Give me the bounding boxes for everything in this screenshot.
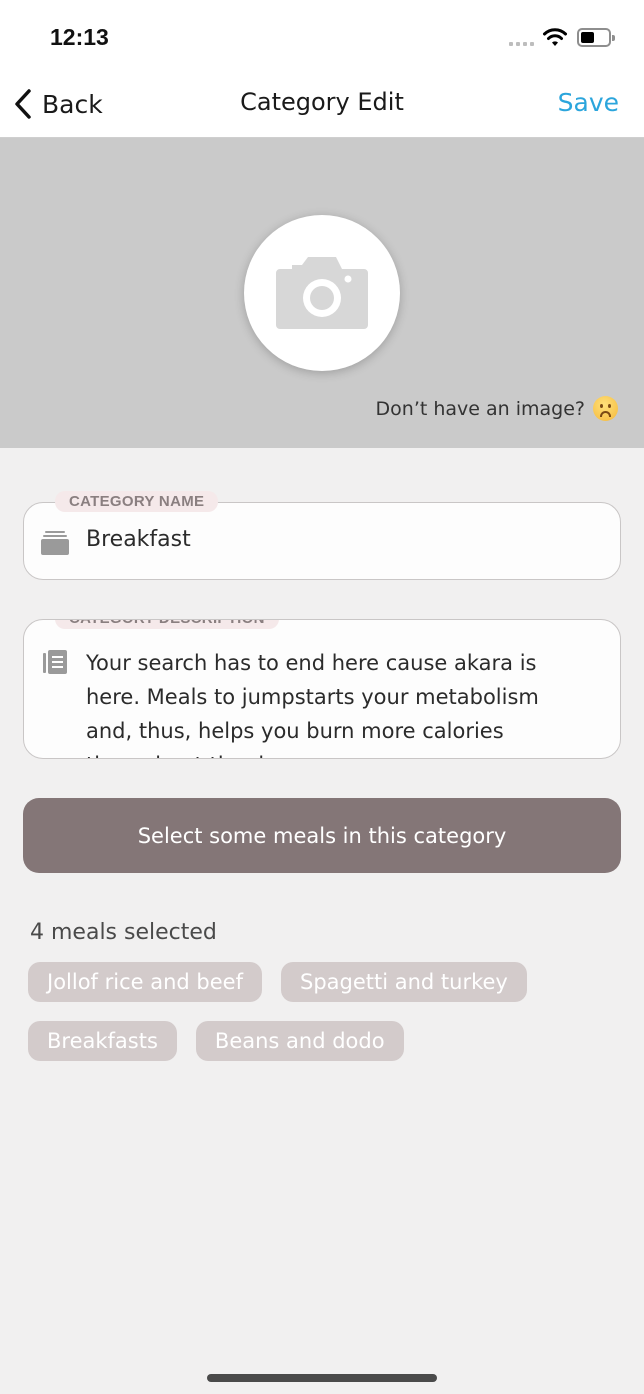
- category-description-field[interactable]: CATEGORY DESCRIPTION Your search has to …: [23, 619, 621, 759]
- category-name-field[interactable]: CATEGORY NAME Breakfast: [23, 491, 621, 580]
- document-icon: [43, 650, 67, 674]
- no-image-text: Don’t have an image?: [375, 397, 585, 420]
- signal-dots-icon: [509, 42, 534, 46]
- category-name-label: CATEGORY NAME: [55, 491, 219, 512]
- meal-chip[interactable]: Breakfasts: [28, 1021, 177, 1061]
- meal-chip[interactable]: Jollof rice and beef: [28, 962, 262, 1002]
- folder-stack-icon: [41, 531, 69, 555]
- status-bar: 12:13: [0, 0, 644, 76]
- select-meals-button[interactable]: Select some meals in this category: [23, 798, 621, 873]
- selected-meals-list: Jollof rice and beef Spagetti and turkey…: [28, 962, 588, 1061]
- category-description-label: CATEGORY DESCRIPTION: [55, 620, 279, 629]
- home-indicator[interactable]: [207, 1374, 437, 1382]
- category-name-input[interactable]: Breakfast: [86, 527, 191, 552]
- meal-chip[interactable]: Spagetti and turkey: [280, 962, 527, 1002]
- navigation-bar: Back Category Edit Save: [0, 76, 644, 138]
- battery-icon: [577, 28, 615, 47]
- page-title: Category Edit: [240, 88, 404, 116]
- add-photo-button[interactable]: [244, 215, 400, 371]
- category-image-area: Don’t have an image?: [0, 138, 644, 448]
- category-description-input[interactable]: Your search has to end here cause akara …: [86, 646, 586, 758]
- frowning-face-icon: [593, 396, 618, 421]
- meal-chip[interactable]: Beans and dodo: [195, 1021, 404, 1061]
- wifi-icon: [543, 28, 567, 46]
- save-button[interactable]: Save: [558, 88, 619, 117]
- meals-selected-count: 4 meals selected: [30, 920, 217, 945]
- camera-icon: [276, 257, 368, 329]
- status-time: 12:13: [50, 24, 109, 50]
- no-image-link[interactable]: Don’t have an image?: [376, 396, 618, 421]
